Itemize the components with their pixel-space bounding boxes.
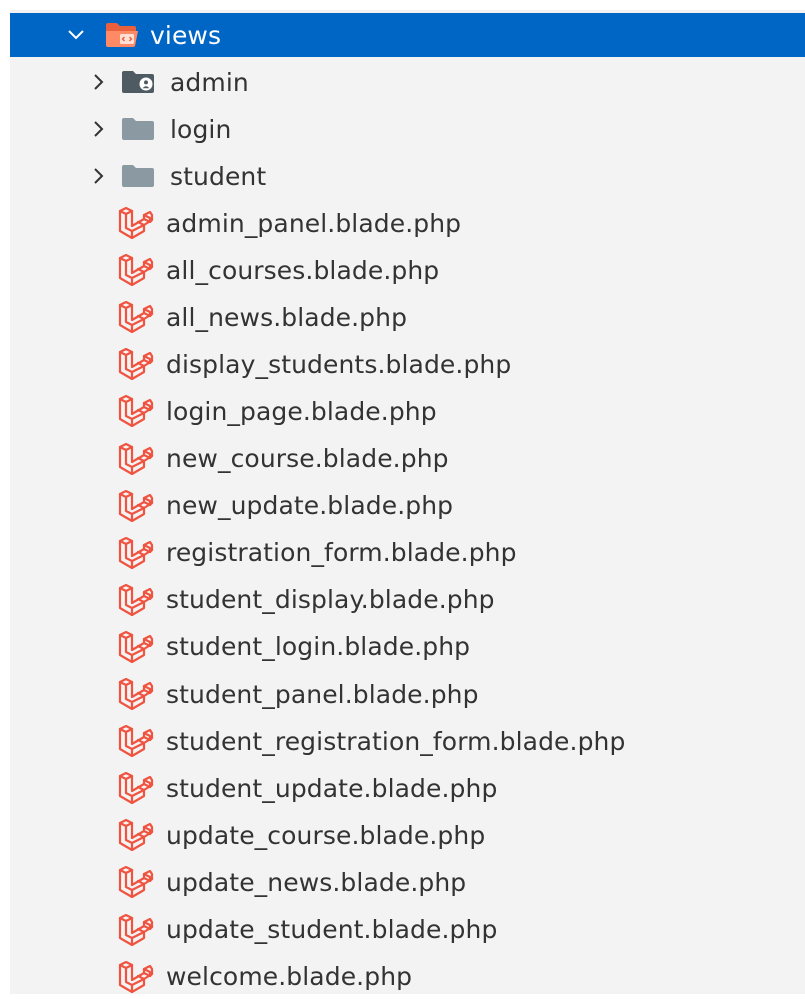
tree-item-file[interactable]: welcome.blade.php <box>10 955 805 999</box>
tree-item-label: all_courses.blade.php <box>166 255 440 285</box>
tree-item-label: views <box>150 20 222 50</box>
tree-item-file[interactable]: admin_panel.blade.php <box>10 201 805 245</box>
tree-item-file[interactable]: new_course.blade.php <box>10 437 805 481</box>
tree-item-label: new_course.blade.php <box>166 444 449 473</box>
folder-admin-icon <box>120 70 156 94</box>
folder-icon <box>120 164 156 188</box>
laravel-icon <box>116 772 156 805</box>
laravel-icon <box>116 725 156 758</box>
tree-item-label: all_news.blade.php <box>166 302 408 332</box>
laravel-icon <box>116 819 156 852</box>
folder-views-open-icon <box>104 22 140 48</box>
tree-item-file[interactable]: update_news.blade.php <box>10 860 805 904</box>
chevron-right-icon[interactable] <box>86 117 110 141</box>
tree-item-label: student_registration_form.blade.php <box>166 726 626 756</box>
tree-item-label: display_students.blade.php <box>166 349 512 379</box>
tree-item-label: student_login.blade.php <box>166 632 471 662</box>
tree-item-folder-login[interactable]: login <box>10 107 805 151</box>
laravel-icon <box>116 678 156 710</box>
tree-item-file[interactable]: update_student.blade.php <box>10 908 805 952</box>
tree-item-file[interactable]: student_registration_form.blade.php <box>10 719 805 763</box>
laravel-icon <box>116 913 156 946</box>
tree-item-file[interactable]: login_page.blade.php <box>10 389 805 433</box>
tree-item-file[interactable]: update_course.blade.php <box>10 813 805 857</box>
tree-item-label: registration_form.blade.php <box>166 538 517 568</box>
chevron-down-icon[interactable] <box>64 23 88 47</box>
tree-item-label: student_display.blade.php <box>166 585 495 615</box>
laravel-icon <box>116 536 156 569</box>
laravel-icon <box>116 866 156 899</box>
laravel-icon <box>116 348 156 381</box>
laravel-icon <box>116 630 156 663</box>
laravel-icon <box>116 442 156 475</box>
tree-item-views[interactable]: views <box>10 13 805 57</box>
laravel-icon <box>116 960 156 993</box>
tree-item-label: new_update.blade.php <box>166 491 454 521</box>
tree-item-file[interactable]: new_update.blade.php <box>10 484 805 528</box>
tree-item-label: student_panel.blade.php <box>166 679 479 709</box>
tree-item-file[interactable]: all_news.blade.php <box>10 295 805 339</box>
tree-item-label: student_update.blade.php <box>166 773 498 803</box>
tree-item-label: update_student.blade.php <box>166 915 498 944</box>
tree-item-label: admin <box>170 67 249 97</box>
laravel-icon <box>116 301 156 334</box>
tree-item-label: update_news.blade.php <box>166 867 467 897</box>
tree-item-folder-student[interactable]: student <box>10 154 805 198</box>
folder-icon <box>120 117 156 141</box>
tree-item-folder-admin[interactable]: admin <box>10 60 805 104</box>
file-explorer-tree: views admin login student admin_panel.bl… <box>10 10 805 994</box>
laravel-icon <box>116 489 156 522</box>
tree-item-label: update_course.blade.php <box>166 820 486 850</box>
laravel-icon <box>116 254 156 287</box>
laravel-icon <box>116 207 156 239</box>
tree-item-label: admin_panel.blade.php <box>166 208 462 238</box>
tree-item-file[interactable]: all_courses.blade.php <box>10 248 805 292</box>
laravel-icon <box>116 395 156 428</box>
tree-item-label: student <box>170 161 267 191</box>
tree-item-file[interactable]: registration_form.blade.php <box>10 531 805 575</box>
laravel-icon <box>116 583 156 616</box>
tree-item-file[interactable]: display_students.blade.php <box>10 342 805 386</box>
tree-item-file[interactable]: student_login.blade.php <box>10 625 805 669</box>
tree-item-label: login <box>170 114 232 144</box>
chevron-right-icon[interactable] <box>86 70 110 94</box>
tree-item-file[interactable]: student_display.blade.php <box>10 578 805 622</box>
chevron-right-icon[interactable] <box>86 164 110 188</box>
tree-item-label: welcome.blade.php <box>166 962 413 992</box>
tree-item-file[interactable]: student_panel.blade.php <box>10 672 805 716</box>
tree-item-file[interactable]: student_update.blade.php <box>10 766 805 810</box>
tree-item-label: login_page.blade.php <box>166 396 437 426</box>
